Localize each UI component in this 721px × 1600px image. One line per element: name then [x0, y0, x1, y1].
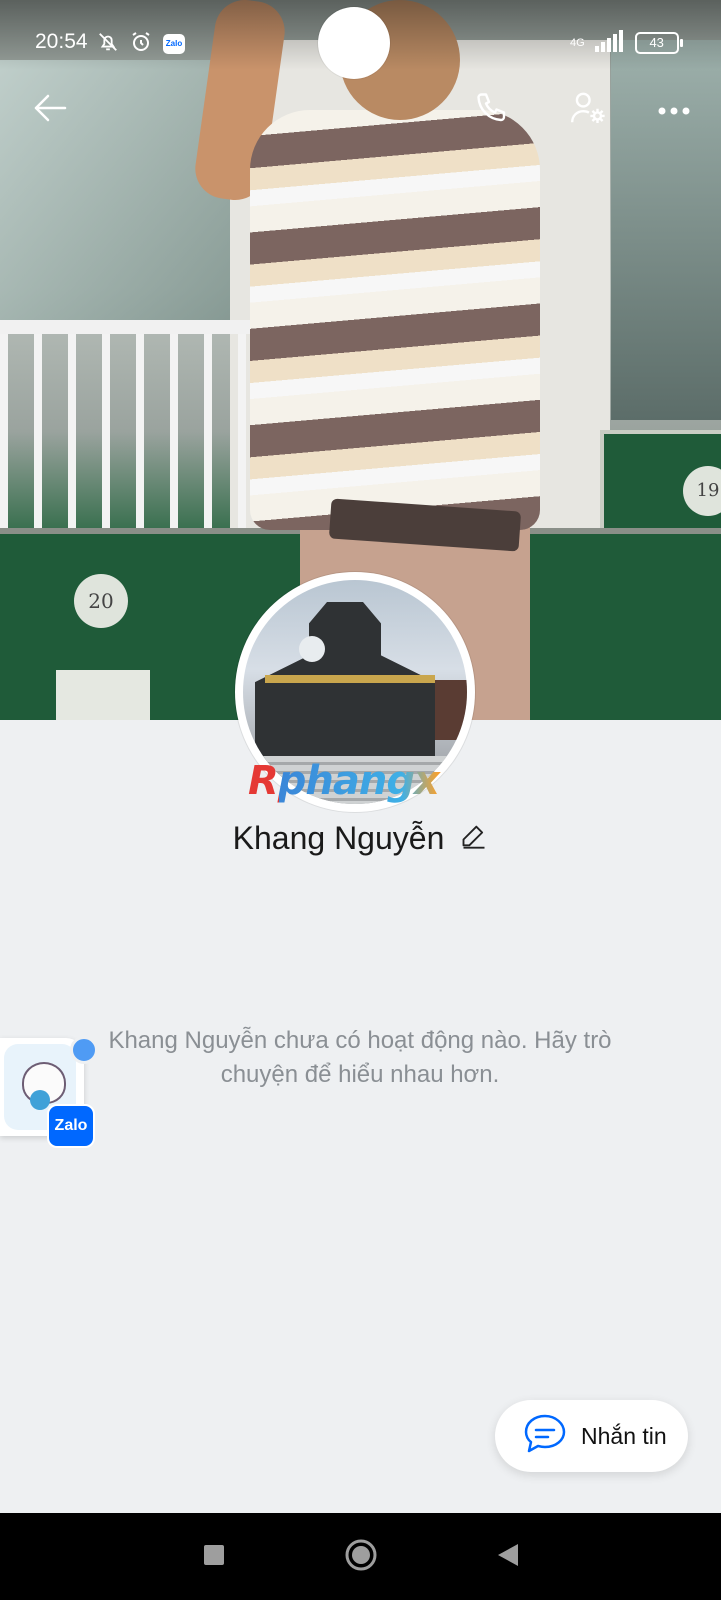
zalo-notification-icon: Zalo	[163, 34, 185, 54]
status-icons: Zalo	[97, 30, 185, 58]
battery-indicator: 43	[634, 32, 683, 54]
edit-name-button[interactable]	[460, 824, 488, 852]
cover-plaque	[56, 670, 150, 720]
camera-cutout	[318, 7, 390, 79]
more-horizontal-icon	[657, 101, 691, 120]
send-message-button[interactable]: Nhắn tin	[495, 1400, 688, 1472]
send-message-label: Nhắn tin	[581, 1422, 667, 1449]
avatar-clock	[299, 636, 325, 662]
square-icon	[203, 1544, 225, 1570]
arrow-left-icon	[33, 93, 67, 127]
pencil-icon	[460, 822, 488, 854]
avatar-church	[255, 602, 435, 780]
avatar-church-trim	[265, 675, 435, 683]
back-nav-button[interactable]	[488, 1537, 528, 1577]
more-options-button[interactable]	[652, 88, 696, 132]
call-button[interactable]	[470, 88, 514, 132]
cover-sign-20: 20	[74, 574, 128, 628]
back-button[interactable]	[28, 88, 72, 132]
bell-off-icon	[97, 31, 119, 57]
status-right: 4G 43	[570, 30, 683, 56]
circle-icon	[344, 1538, 378, 1576]
home-button[interactable]	[341, 1537, 381, 1577]
system-navigation-bar	[0, 1513, 721, 1600]
network-type: 4G	[570, 36, 585, 49]
profile-settings-button[interactable]	[566, 88, 610, 132]
profile-name: Khang Nguyễn	[232, 819, 445, 856]
cover-person-shirt	[250, 110, 540, 530]
recent-apps-button[interactable]	[194, 1537, 234, 1577]
user-gear-icon	[569, 89, 607, 131]
bubble-notification-dot	[70, 1036, 98, 1064]
yarn-ball-icon	[30, 1090, 50, 1110]
empty-activity-message: Khang Nguyễn chưa có hoạt động nào. Hãy …	[108, 1027, 612, 1088]
chat-bubble-icon	[523, 1413, 567, 1459]
signal-icon	[594, 30, 625, 56]
alarm-icon	[129, 30, 153, 58]
watermark-logo: Rphangx	[248, 758, 468, 804]
phone-icon	[474, 90, 510, 130]
triangle-back-icon	[496, 1542, 520, 1572]
cover-railing	[0, 320, 260, 534]
zalo-logo-badge: Zalo	[47, 1104, 95, 1148]
profile-name-row: Khang Nguyễn	[0, 813, 721, 863]
status-time: 20:54	[35, 30, 88, 53]
